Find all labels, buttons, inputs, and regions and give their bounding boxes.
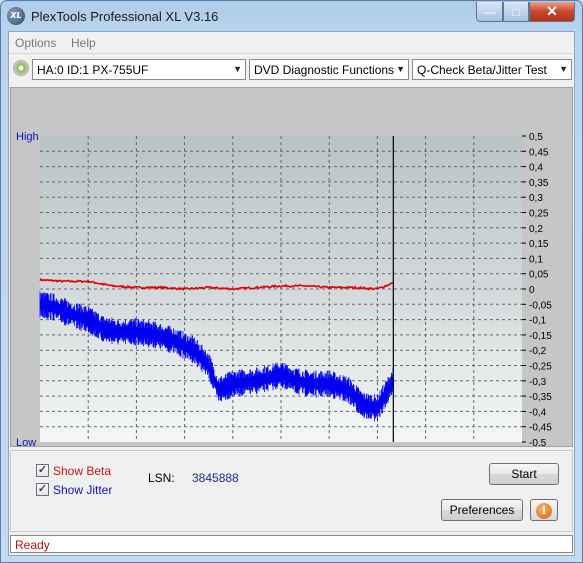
maximize-icon: □ xyxy=(512,4,520,19)
toolbar: HA:0 ID:1 PX-755UF ▼ DVD Diagnostic Func… xyxy=(9,55,574,83)
y-tick-label: -0,05 xyxy=(529,300,552,311)
app-window: XL PlexTools Professional XL V3.16 — □ ✕… xyxy=(0,0,583,563)
minimize-icon: — xyxy=(483,4,496,19)
close-button[interactable]: ✕ xyxy=(529,2,575,22)
plextools-logo-icon: XL xyxy=(7,7,25,25)
y-tick-label: 0,35 xyxy=(529,178,549,189)
function-select-value: DVD Diagnostic Functions xyxy=(254,63,395,77)
y-tick-label: -0,25 xyxy=(529,362,552,373)
status-bar: Ready xyxy=(10,535,573,553)
control-panel: ✓ Show Beta ✓ Show Jitter LSN: 3845888 S… xyxy=(10,450,573,532)
test-select-value: Q-Check Beta/Jitter Test xyxy=(417,63,547,77)
y-low-label: Low xyxy=(16,437,36,446)
info-icon: i xyxy=(536,503,552,519)
function-select[interactable]: DVD Diagnostic Functions ▼ xyxy=(249,59,409,80)
maximize-button[interactable]: □ xyxy=(503,2,529,22)
minimize-button[interactable]: — xyxy=(476,2,503,22)
show-jitter-checkbox[interactable]: ✓ xyxy=(36,483,49,496)
y-tick-label: -0,2 xyxy=(529,346,547,357)
chart-panel: 0123456789100,50,450,40,350,30,250,20,15… xyxy=(10,87,573,464)
y-tick-label: -0,1 xyxy=(529,316,547,327)
status-text: Ready xyxy=(15,538,50,552)
drive-select-value: HA:0 ID:1 PX-755UF xyxy=(37,63,149,77)
y-tick-label: 0,1 xyxy=(529,254,543,265)
y-tick-label: 0,4 xyxy=(529,163,543,174)
show-beta-label[interactable]: Show Beta xyxy=(53,464,111,478)
info-button[interactable]: i xyxy=(530,499,558,521)
preferences-button[interactable]: Preferences xyxy=(441,499,523,521)
y-tick-label: -0,15 xyxy=(529,331,552,342)
y-tick-label: -0,35 xyxy=(529,392,552,403)
show-beta-checkbox[interactable]: ✓ xyxy=(36,464,49,477)
y-tick-label: 0,45 xyxy=(529,147,549,158)
y-tick-label: 0,2 xyxy=(529,224,543,235)
lsn-label: LSN: xyxy=(148,471,175,485)
drive-select[interactable]: HA:0 ID:1 PX-755UF ▼ xyxy=(32,59,246,80)
y-high-label: High xyxy=(16,131,39,143)
chevron-down-icon: ▼ xyxy=(559,64,568,74)
y-tick-label: 0,3 xyxy=(529,193,543,204)
show-jitter-label[interactable]: Show Jitter xyxy=(53,483,112,497)
grid-lines xyxy=(40,136,522,442)
y-tick-label: 0,5 xyxy=(529,132,543,143)
y-tick-label: 0,05 xyxy=(529,270,549,281)
disc-drive-icon xyxy=(13,60,29,76)
menu-help[interactable]: Help xyxy=(71,36,96,50)
y-tick-label: 0,25 xyxy=(529,209,549,220)
test-select[interactable]: Q-Check Beta/Jitter Test ▼ xyxy=(412,59,572,80)
beta-jitter-chart: 0123456789100,50,450,40,350,30,250,20,15… xyxy=(16,131,552,464)
client-area: Options Help HA:0 ID:1 PX-755UF ▼ DVD Di… xyxy=(8,31,575,556)
menu-options[interactable]: Options xyxy=(15,36,56,50)
chevron-down-icon: ▼ xyxy=(233,64,242,74)
y-tick-label: -0,45 xyxy=(529,423,552,434)
y-tick-label: -0,4 xyxy=(529,407,547,418)
lsn-value: 3845888 xyxy=(192,471,239,485)
start-button[interactable]: Start xyxy=(489,463,559,485)
chevron-down-icon: ▼ xyxy=(396,64,405,74)
y-tick-label: -0,5 xyxy=(529,438,547,446)
y-tick-label: 0 xyxy=(529,285,535,296)
y-tick-label: -0,3 xyxy=(529,377,547,388)
title-bar[interactable]: XL PlexTools Professional XL V3.16 — □ ✕ xyxy=(1,1,582,31)
close-icon: ✕ xyxy=(546,3,558,19)
window-title: PlexTools Professional XL V3.16 xyxy=(31,9,219,24)
menu-bar: Options Help xyxy=(9,32,574,54)
y-tick-label: 0,15 xyxy=(529,239,549,250)
